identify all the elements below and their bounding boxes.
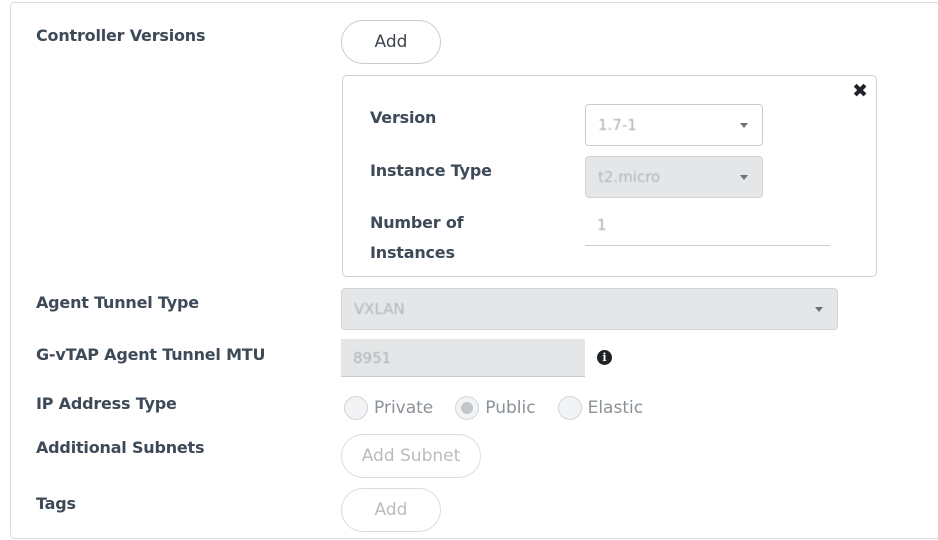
- radio-elastic[interactable]: Elastic: [557, 396, 644, 420]
- version-label: Version: [370, 108, 437, 127]
- info-icon[interactable]: i: [597, 350, 612, 365]
- instance-type-value: t2.micro: [598, 168, 661, 186]
- chevron-down-icon: [740, 123, 748, 128]
- tags-label: Tags: [36, 494, 76, 513]
- gvtap-mtu-label: G-vTAP Agent Tunnel MTU: [36, 345, 266, 364]
- radio-public[interactable]: Public: [455, 396, 536, 420]
- controller-versions-label: Controller Versions: [36, 26, 206, 45]
- ip-address-type-label: IP Address Type: [36, 394, 177, 413]
- number-of-instances-input[interactable]: 1: [585, 210, 830, 246]
- gvtap-mtu-input[interactable]: 8951: [341, 339, 585, 377]
- number-of-instances-label-line2: Instances: [370, 243, 455, 262]
- radio-public-circle[interactable]: [455, 396, 480, 420]
- radio-private[interactable]: Private: [344, 396, 433, 420]
- add-tag-button[interactable]: Add: [341, 488, 441, 532]
- controller-version-card: ✖ Version 1.7-1 Instance Type t2.micro N…: [342, 75, 877, 277]
- radio-private-label: Private: [374, 398, 434, 418]
- version-select[interactable]: 1.7-1: [585, 104, 763, 146]
- additional-subnets-label: Additional Subnets: [36, 438, 205, 457]
- number-of-instances-label-line1: Number of: [370, 213, 464, 232]
- instance-type-label: Instance Type: [370, 161, 492, 180]
- chevron-down-icon: [815, 307, 823, 312]
- radio-public-label: Public: [485, 398, 536, 418]
- add-controller-version-button[interactable]: Add: [341, 20, 441, 64]
- chevron-down-icon: [740, 175, 748, 180]
- agent-tunnel-type-value: VXLAN: [354, 300, 405, 318]
- instance-type-select[interactable]: t2.micro: [585, 156, 763, 198]
- radio-private-circle[interactable]: [344, 396, 368, 420]
- close-icon[interactable]: ✖: [852, 80, 868, 102]
- gvtap-mtu-value: 8951: [353, 348, 392, 367]
- agent-tunnel-type-select[interactable]: VXLAN: [341, 288, 838, 330]
- number-of-instances-value: 1: [597, 216, 607, 234]
- radio-elastic-label: Elastic: [587, 398, 644, 418]
- version-select-value: 1.7-1: [598, 116, 637, 134]
- add-subnet-button[interactable]: Add Subnet: [341, 434, 481, 478]
- radio-elastic-circle[interactable]: [557, 396, 582, 420]
- ip-address-type-radio-group: Private Public Elastic: [344, 396, 665, 420]
- agent-tunnel-type-label: Agent Tunnel Type: [36, 293, 199, 312]
